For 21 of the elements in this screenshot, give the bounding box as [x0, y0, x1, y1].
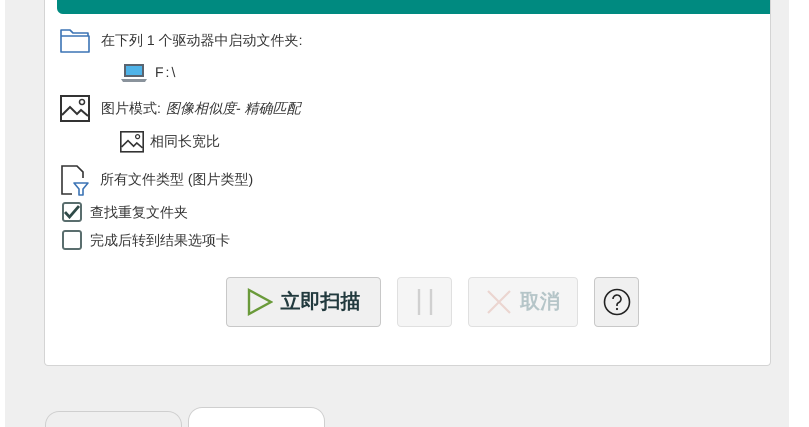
help-icon — [602, 288, 630, 316]
file-types-label: 所有文件类型 (图片类型) — [100, 170, 254, 190]
image-icon — [60, 95, 90, 122]
mode-option: 相同长宽比 — [150, 131, 220, 152]
checkbox-label: 完成后转到结果选项卡 — [90, 230, 230, 250]
drive-path: F:\ — [155, 63, 178, 82]
check-icon — [64, 205, 80, 220]
play-icon — [246, 288, 272, 316]
mode-value: 图像相似度- 精确匹配 — [166, 99, 300, 118]
checkbox[interactable] — [62, 202, 82, 222]
scan-button[interactable]: 立即扫描 — [226, 276, 381, 327]
close-icon — [486, 288, 512, 315]
checkbox[interactable] — [62, 230, 82, 250]
folder-icon — [60, 27, 90, 53]
source-label: 在下列 1 个驱动器中启动文件夹: — [101, 30, 302, 50]
checkbox-label: 查找重复文件夹 — [90, 202, 188, 222]
help-button[interactable] — [594, 276, 639, 327]
laptop-icon — [121, 62, 147, 82]
mode-label: 图片模式: — [101, 99, 161, 118]
file-filter-icon — [60, 164, 90, 196]
image-icon — [120, 131, 144, 153]
